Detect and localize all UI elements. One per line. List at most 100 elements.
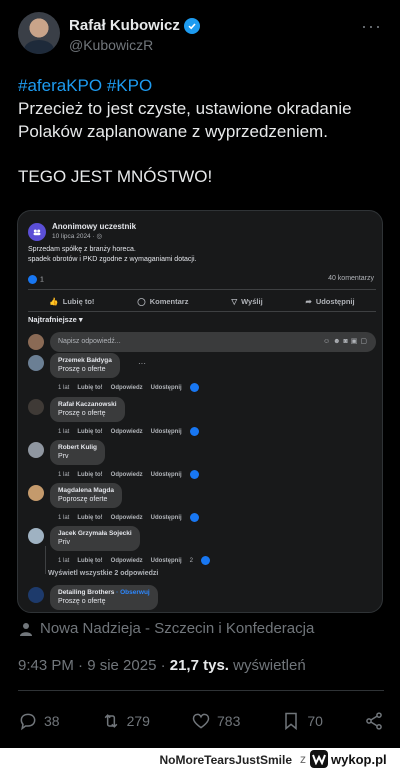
- bookmark-button[interactable]: 70: [281, 711, 323, 731]
- comment-share-button[interactable]: Udostępnij: [151, 429, 182, 435]
- fb-reaction-counts: 1 40 komentarzy: [28, 275, 376, 287]
- comment-more-icon[interactable]: ···: [138, 359, 146, 368]
- comment-time: 1 lat: [58, 557, 70, 564]
- uploader-name[interactable]: NoMoreTearsJustSmile: [160, 753, 293, 767]
- gif-icon[interactable]: ▣: [351, 338, 361, 345]
- fb-post-date: 10 lipca 2024 · ◎: [52, 232, 102, 240]
- comment-bubble-icon: ◯: [137, 296, 146, 306]
- tweet-actions: 38 279 783 70: [18, 706, 384, 736]
- fb-comments-count[interactable]: 40 komentarzy: [328, 275, 374, 282]
- comment-like-button[interactable]: Lubię to!: [77, 385, 102, 391]
- reply-icon: [20, 713, 36, 731]
- comment-like-button[interactable]: Lubię to!: [77, 472, 102, 478]
- comment-like-button[interactable]: Lubię to!: [77, 429, 102, 435]
- commenter-avatar[interactable]: [28, 399, 44, 415]
- retweet-icon: [104, 714, 117, 728]
- comment-author[interactable]: Rafał Kaczanowski: [58, 401, 117, 408]
- comment-text: Proszę o oferte: [58, 366, 106, 373]
- comment-text: Prv: [58, 453, 69, 460]
- views-count: 21,7 tys.: [169, 657, 229, 674]
- comment-reply-button[interactable]: Odpowiedz: [111, 515, 143, 521]
- share-arrow-icon: ➦: [305, 296, 312, 306]
- hashtags[interactable]: #aferaKPO #KPO: [18, 74, 384, 97]
- commenter-avatar[interactable]: [28, 442, 44, 458]
- thread-line: [45, 546, 46, 574]
- comment-text: Poproszę oferte: [58, 496, 108, 503]
- sticker-2-icon[interactable]: ▢: [360, 338, 370, 345]
- comment-bubble: Magdalena Magda Poproszę oferte: [50, 483, 122, 508]
- commenter-avatar[interactable]: [28, 587, 44, 603]
- commenter-avatar[interactable]: [28, 355, 44, 371]
- fb-like-button[interactable]: 👍 Lubię to!: [49, 293, 94, 309]
- tweet-timestamp[interactable]: 9:43 PM · 9 sie 2025 ·: [18, 657, 170, 674]
- reply-button[interactable]: 38: [18, 711, 60, 731]
- comment-like-button[interactable]: Lubię to!: [77, 558, 102, 564]
- thumb-up-icon: 👍: [49, 296, 59, 306]
- comment-reply-button[interactable]: Odpowiedz: [111, 558, 143, 564]
- verified-badge-icon: [183, 17, 200, 34]
- comment-meta: 1 lat Lubię to! Odpowiedz Udostępnij: [58, 470, 199, 479]
- comment-reply-button[interactable]: Odpowiedz: [111, 472, 143, 478]
- comment-share-button[interactable]: Udostępnij: [151, 515, 182, 521]
- comment-author[interactable]: Jacek Grzymała Sojecki: [58, 530, 132, 537]
- comment-meta: 1 lat Lubię to! Odpowiedz Udostępnij 2: [58, 556, 211, 565]
- comment-like-button[interactable]: Lubię to!: [77, 515, 102, 521]
- author-name-text[interactable]: Rafał Kubowicz: [69, 17, 180, 34]
- author-name[interactable]: Rafał Kubowicz: [69, 17, 200, 34]
- comment-author[interactable]: Detailing Brothers · Obserwuj: [58, 589, 150, 596]
- chevron-down-icon: ▾: [78, 315, 83, 324]
- camera-icon[interactable]: ◙: [344, 338, 351, 345]
- bookmark-icon: [285, 712, 298, 731]
- retweet-button[interactable]: 279: [101, 711, 150, 731]
- comment-time: 1 lat: [58, 471, 70, 478]
- heart-icon: [192, 713, 210, 729]
- fb-send-button[interactable]: ▽ Wyślij: [231, 293, 262, 309]
- anonymous-avatar-icon: [28, 223, 46, 241]
- comment-share-button[interactable]: Udostępnij: [151, 385, 182, 391]
- author-avatar[interactable]: [18, 12, 60, 54]
- comment-text: Proszę o ofertę: [58, 410, 106, 417]
- tweet-text-line-1: Przecież to jest czyste, ustawione okrad…: [18, 99, 352, 141]
- wykop-logo[interactable]: wykop.pl: [310, 750, 396, 768]
- comment-reply-button[interactable]: Odpowiedz: [111, 385, 143, 391]
- fb-post-author: Anonimowy uczestnik: [52, 222, 137, 231]
- comment-reply-button[interactable]: Odpowiedz: [111, 429, 143, 435]
- reply-count: 38: [44, 713, 60, 729]
- comment: Robert Kulig Prv 1 lat Lubię to! Odpowie…: [28, 440, 368, 484]
- like-button[interactable]: 783: [191, 711, 240, 731]
- comment: Detailing Brothers · Obserwuj Proszę o o…: [28, 585, 368, 612]
- emoji-icon[interactable]: ☺: [323, 338, 333, 345]
- comment-author[interactable]: Przemek Bałdyga: [58, 357, 112, 364]
- comment-time: 1 lat: [58, 428, 70, 435]
- retweet-count: 279: [126, 713, 150, 729]
- view-all-replies-link[interactable]: Wyświetl wszystkie 2 odpowiedzi: [48, 570, 158, 577]
- comment-bubble: Robert Kulig Prv: [50, 440, 105, 465]
- send-icon: ▽: [231, 296, 238, 306]
- fb-likes-count: 1: [40, 276, 44, 284]
- tweet-header: Rafał Kubowicz @KubowiczR ···: [18, 12, 384, 60]
- sticker-icon[interactable]: ☻: [333, 338, 343, 345]
- comment-author-name[interactable]: Detailing Brothers: [58, 589, 114, 596]
- fb-comment-button[interactable]: ◯ Komentarz: [137, 293, 188, 309]
- location-tag[interactable]: Nowa Nadzieja - Szczecin i Konfederacja: [18, 620, 314, 637]
- divider: [18, 690, 384, 691]
- comment-share-button[interactable]: Udostępnij: [151, 472, 182, 478]
- divider: [28, 311, 376, 312]
- comment-author[interactable]: Robert Kulig: [58, 444, 97, 451]
- author-handle[interactable]: @KubowiczR: [69, 37, 153, 53]
- fb-share-button[interactable]: ➦ Udostępnij: [306, 293, 355, 309]
- comment-share-button[interactable]: Udostępnij: [151, 558, 182, 564]
- comment-bubble: Przemek Bałdyga Proszę o oferte: [50, 353, 120, 378]
- comment-time: 1 lat: [58, 384, 70, 391]
- more-options-icon[interactable]: ···: [361, 16, 382, 37]
- follow-link[interactable]: · Obserwuj: [114, 589, 150, 596]
- embedded-screenshot[interactable]: Anonimowy uczestnik 10 lipca 2024 · ◎ Sp…: [17, 210, 383, 613]
- fb-sort-dropdown[interactable]: Najtrafniejsze ▾: [28, 315, 83, 324]
- share-button[interactable]: [364, 711, 384, 731]
- like-reaction-icon: [189, 383, 199, 392]
- location-text[interactable]: Nowa Nadzieja - Szczecin i Konfederacja: [40, 620, 314, 637]
- commenter-avatar[interactable]: [28, 485, 44, 501]
- comment-author[interactable]: Magdalena Magda: [58, 487, 114, 494]
- comment-text: Priv: [58, 539, 71, 546]
- commenter-avatar[interactable]: [28, 528, 44, 544]
